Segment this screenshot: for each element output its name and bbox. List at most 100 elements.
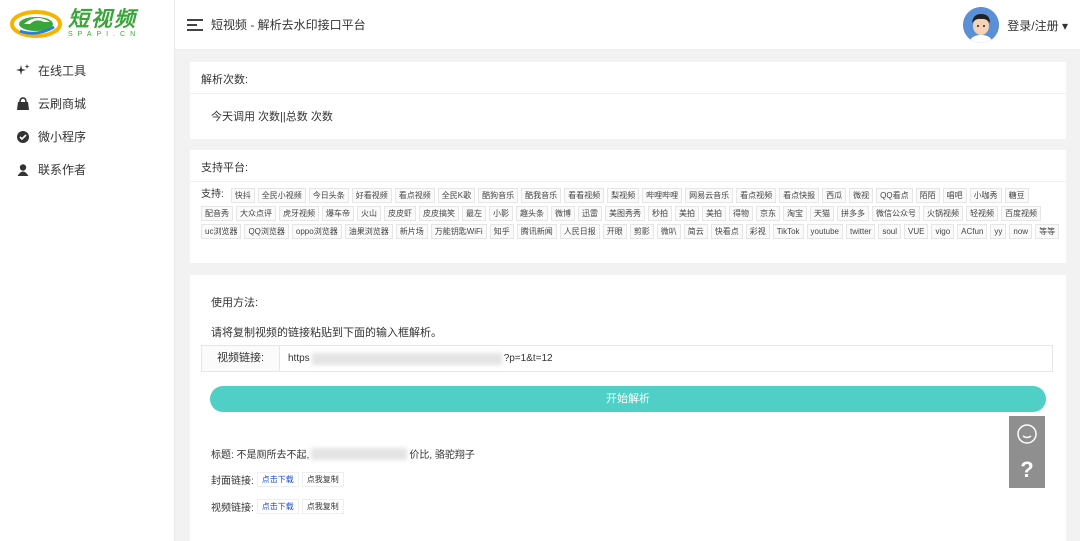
- platform-chip: 火锅视频: [923, 206, 963, 221]
- platform-chip: 看点视频: [394, 188, 435, 203]
- platform-chip: 轻视频: [966, 206, 998, 221]
- platform-chip: 油果浏览器: [344, 224, 393, 239]
- platforms-label: 支持平台:: [201, 162, 249, 174]
- platform-chip: 美图秀秀: [605, 206, 645, 221]
- blurred-url: [311, 352, 502, 365]
- platform-chip: 快抖: [230, 188, 255, 203]
- sidebar-item-label: 在线工具: [38, 64, 87, 78]
- logo-icon: [10, 10, 62, 38]
- platform-chip: 最左: [462, 206, 486, 221]
- sidebar-item-tools[interactable]: 在线工具: [0, 54, 174, 87]
- user-icon: [16, 163, 30, 177]
- video-link-label: 视频链接:: [202, 346, 280, 371]
- platform-chip: 陌陌: [915, 188, 940, 203]
- video-link-input[interactable]: https ?p=1&t=12: [280, 346, 1052, 371]
- sidebar-item-miniapp[interactable]: 微小程序: [0, 120, 174, 153]
- top-header: 短视频 - 解析去水印接口平台 登录/注册 ▾: [175, 0, 1080, 50]
- platform-chip: yy: [990, 224, 1007, 239]
- platform-chip: 新片场: [395, 224, 428, 239]
- logo-title: 短视频: [68, 8, 137, 31]
- logo[interactable]: 短视频 SPAPI.CN: [0, 0, 174, 48]
- platform-chip: 配音秀: [201, 206, 233, 221]
- platform-chip: 网易云音乐: [685, 188, 734, 203]
- menu-toggle-icon[interactable]: [187, 18, 203, 31]
- platform-chip: ACfun: [957, 224, 988, 239]
- platform-chip: 美拍: [702, 206, 726, 221]
- avatar[interactable]: [963, 7, 1000, 43]
- platform-chip: 开眼: [602, 224, 627, 239]
- platform-chip: 皮皮虾: [384, 206, 416, 221]
- cover-link-label: 封面链接:: [211, 476, 254, 487]
- logo-subtitle: SPAPI.CN: [68, 31, 141, 38]
- platform-chip: 小咖秀: [969, 188, 1002, 203]
- cover-link-row: 封面链接: 点击下载 点我复制: [211, 472, 344, 487]
- platform-chip: 迅雷: [578, 206, 602, 221]
- platform-chip: 看点快报: [779, 188, 820, 203]
- platform-chip: now: [1009, 224, 1033, 239]
- platform-chip: vigo: [931, 224, 955, 239]
- video-link-row-label: 视频链接:: [211, 503, 254, 514]
- help-float-button[interactable]: ?: [1009, 452, 1045, 488]
- platform-chip: VUE: [904, 224, 929, 239]
- platform-chip: youtube: [806, 224, 843, 239]
- cover-copy-button[interactable]: 点我复制: [301, 472, 344, 487]
- platform-chip: 快看点: [710, 224, 743, 239]
- sparkle-icon: [16, 63, 30, 78]
- result-title-suffix: 价比, 骆驼翔子: [409, 450, 475, 461]
- platform-chip: 全民K歌: [437, 188, 476, 203]
- platform-chip: TikTok: [772, 224, 804, 239]
- platform-chip: 简云: [683, 224, 708, 239]
- bag-icon: [16, 96, 30, 111]
- platform-chip: 微信公众号: [872, 206, 920, 221]
- cover-download-button[interactable]: 点击下载: [256, 472, 299, 487]
- video-link-input-group: 视频链接: https ?p=1&t=12: [201, 345, 1053, 372]
- platform-chip: 爆车帝: [322, 206, 354, 221]
- platform-chip: twitter: [846, 224, 876, 239]
- feedback-float-button[interactable]: [1009, 416, 1045, 452]
- platform-chip: 糖豆: [1004, 188, 1029, 203]
- platform-chip: 微视: [849, 188, 874, 203]
- platform-list: 支持: 快抖 全民小视频 今日头条 好看视频 看点视频 全民K歌 酷狗音乐 酷我音乐 看看视频梨…: [201, 188, 1061, 239]
- platform-chip: soul: [878, 224, 902, 239]
- platforms-card: 支持平台: 支持: 快抖 全民小视频 今日头条 好看视频 看点视频 全民K歌 酷狗音乐 酷我音…: [190, 150, 1066, 263]
- result-title: 标题: 不是厕所去不起, 价比, 骆驼翔子: [211, 446, 475, 461]
- platform-chip: 腾讯新闻: [516, 224, 557, 239]
- platform-chip: 看看视频: [564, 188, 605, 203]
- sidebar-item-label: 云刷商城: [38, 97, 87, 111]
- video-copy-button[interactable]: 点我复制: [301, 499, 344, 514]
- parse-button[interactable]: 开始解析: [210, 386, 1046, 412]
- platform-chip: 人民日报: [559, 224, 600, 239]
- smiley-icon: [1017, 424, 1037, 444]
- blurred-title: [311, 447, 408, 460]
- sidebar-item-contact[interactable]: 联系作者: [0, 153, 174, 186]
- platform-chip: 微博: [551, 206, 575, 221]
- platform-chip: 好看视频: [351, 188, 392, 203]
- input-prefix: https: [288, 353, 310, 364]
- stats-label: 解析次数:: [201, 74, 249, 86]
- platform-chip: uc浏览器: [201, 224, 242, 239]
- platform-chip: 火山: [357, 206, 381, 221]
- platform-chip: 知乎: [489, 224, 514, 239]
- divider: [190, 181, 1066, 182]
- platform-chip: 得物: [729, 206, 753, 221]
- input-suffix: ?p=1&t=12: [503, 353, 553, 364]
- platform-chip: 秒拍: [648, 206, 672, 221]
- sidebar-item-shop[interactable]: 云刷商城: [0, 87, 174, 120]
- platform-chip: 梨视频: [607, 188, 640, 203]
- video-link-row: 视频链接: 点击下载 点我复制: [211, 499, 344, 514]
- platform-chip: 微叭: [656, 224, 681, 239]
- platform-chip: 全民小视频: [257, 188, 306, 203]
- platform-chip: 皮皮搞笑: [419, 206, 459, 221]
- video-download-button[interactable]: 点击下载: [256, 499, 299, 514]
- platform-chip: 酷狗音乐: [478, 188, 519, 203]
- platform-chip: 美拍: [675, 206, 699, 221]
- platform-chip: 等等: [1035, 224, 1060, 239]
- login-register-link[interactable]: 登录/注册 ▾: [1007, 17, 1068, 34]
- platform-chip: 看点视频: [736, 188, 777, 203]
- platform-chip: 酷我音乐: [521, 188, 562, 203]
- stats-text: 今天调用 次数||总数 次数: [211, 111, 333, 123]
- check-circle-icon: [16, 130, 30, 144]
- usage-card: 使用方法: 请将复制视频的链接粘贴到下面的输入框解析。 视频链接: https …: [190, 275, 1066, 541]
- platform-chip: 唱吧: [942, 188, 967, 203]
- result-title-label: 标题: 不是厕所去不起,: [211, 450, 310, 461]
